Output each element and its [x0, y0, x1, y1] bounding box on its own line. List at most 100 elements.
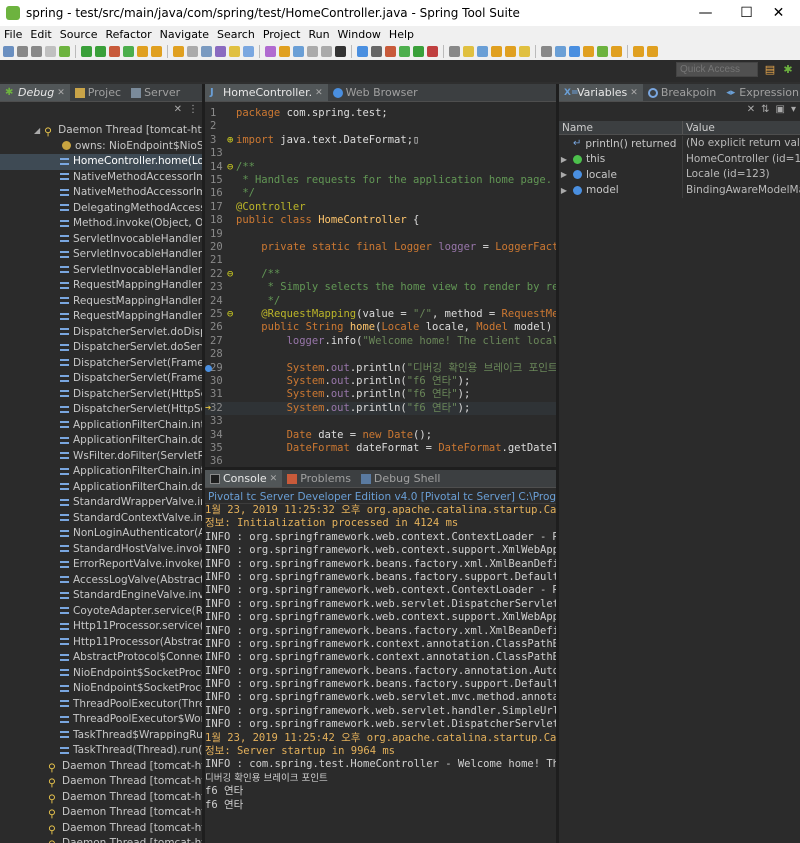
toolbar-button-icon[interactable]: [519, 45, 530, 57]
stack-frame-item[interactable]: TaskThread(Thread).run() lii: [0, 743, 202, 759]
code-line[interactable]: 20 private static final Logger logger = …: [205, 241, 556, 254]
stack-frame-item[interactable]: CoyoteAdapter.service(Requ: [0, 604, 202, 620]
variable-row[interactable]: ▶ locale Locale (id=123): [559, 167, 800, 183]
stack-frame-item[interactable]: Http11Processor(AbstractPr: [0, 635, 202, 651]
toolbar-button-icon[interactable]: [3, 45, 14, 57]
monitor-item[interactable]: owns: NioEndpoint$NioSoc: [0, 139, 202, 155]
quick-access-input[interactable]: [676, 62, 758, 77]
tab-servers[interactable]: Server: [126, 84, 185, 101]
stack-frame-item[interactable]: Method.invoke(Object, Obj: [0, 216, 202, 232]
variable-row[interactable]: ▶thisHomeController (id=12...: [559, 151, 800, 167]
toolbar-button-icon[interactable]: [215, 45, 226, 57]
toolbar-button-icon[interactable]: [109, 45, 120, 57]
code-line[interactable]: 18 public class HomeController {: [205, 214, 556, 227]
view-menu-icon[interactable]: ⋮: [188, 104, 198, 115]
code-line[interactable]: 30 System.out.println("f6 연타");: [205, 375, 556, 388]
tab-expressions[interactable]: ◂▸ Expression: [721, 84, 800, 101]
debug-tree[interactable]: ◢ ⚲ Daemon Thread [tomcat-http-owns: NioEn…: [0, 123, 202, 843]
close-tab-icon[interactable]: ✕: [57, 88, 65, 98]
code-line[interactable]: 35 DateFormat dateFormat = DateFormat.ge…: [205, 442, 556, 455]
thread-item[interactable]: ⚲Daemon Thread [tomcat-http-: [0, 805, 202, 821]
toolbar-button-icon[interactable]: [385, 45, 396, 57]
code-line[interactable]: 14 ⊖/**: [205, 161, 556, 174]
code-line[interactable]: 1 package com.spring.test;: [205, 107, 556, 120]
toolbar-button-icon[interactable]: [357, 45, 368, 57]
toolbar-button-icon[interactable]: [449, 45, 460, 57]
code-line[interactable]: 16 */: [205, 187, 556, 200]
stack-frame-item[interactable]: RequestMappingHandlerAd: [0, 309, 202, 325]
menu-navigate[interactable]: Navigate: [156, 28, 213, 41]
toolbar-button-icon[interactable]: [583, 45, 594, 57]
toolbar-button-icon[interactable]: [173, 45, 184, 57]
code-line[interactable]: 2: [205, 120, 556, 133]
code-line[interactable]: 25 ⊖ @RequestMapping(value = "/", method …: [205, 308, 556, 321]
fold-icon[interactable]: ⊕: [227, 134, 236, 147]
expand-arrow-icon[interactable]: ▶: [559, 186, 569, 195]
toolbar-button-icon[interactable]: [151, 45, 162, 57]
close-tab-icon[interactable]: ✕: [315, 88, 323, 98]
thread-item[interactable]: ⚲Daemon Thread [tomcat-http-: [0, 774, 202, 790]
minimize-button[interactable]: —: [683, 0, 728, 26]
menu-help[interactable]: Help: [385, 28, 418, 41]
stack-frame-item[interactable]: RequestMappingHandlerAd: [0, 278, 202, 294]
menu-source[interactable]: Source: [56, 28, 102, 41]
menu-search[interactable]: Search: [213, 28, 259, 41]
stack-frame-item[interactable]: WsFilter.doFilter(ServletRequ: [0, 449, 202, 465]
code-line[interactable]: 33: [205, 415, 556, 428]
stack-frame-item[interactable]: ApplicationFilterChain.doFil: [0, 433, 202, 449]
tab-project-explorer[interactable]: Projec: [70, 84, 126, 101]
toolbar-button-icon[interactable]: [293, 45, 304, 57]
code-line[interactable]: 17 @Controller: [205, 201, 556, 214]
stack-frame-item[interactable]: NativeMethodAccessorImpl.: [0, 170, 202, 186]
stack-frame-item[interactable]: NioEndpoint$SocketProcest: [0, 666, 202, 682]
thread-item[interactable]: ◢ ⚲ Daemon Thread [tomcat-http-: [0, 123, 202, 139]
toolbar-button-icon[interactable]: [59, 45, 70, 57]
variable-row[interactable]: ▶modelBindingAwareModelMa...: [559, 182, 800, 198]
stack-frame-item[interactable]: StandardContextValve.invol: [0, 511, 202, 527]
stack-frame-item[interactable]: ThreadPoolExecutor$Worke: [0, 712, 202, 728]
tab-console[interactable]: Console ✕: [205, 470, 283, 487]
column-value[interactable]: Value: [683, 121, 715, 134]
stack-frame-item[interactable]: DispatcherServlet(HttpServl: [0, 402, 202, 418]
code-line[interactable]: 28: [205, 348, 556, 361]
stack-frame-item[interactable]: NioEndpoint$SocketProcest: [0, 681, 202, 697]
toolbar-button-icon[interactable]: [229, 45, 240, 57]
toolbar-button-icon[interactable]: [505, 45, 516, 57]
toolbar-button-icon[interactable]: [477, 45, 488, 57]
close-tab-icon[interactable]: ✕: [270, 474, 278, 484]
expand-arrow-icon[interactable]: ◢: [34, 126, 40, 135]
remove-terminated-icon[interactable]: ✕: [174, 104, 182, 115]
code-line[interactable]: 26 public String home(Locale locale, Mod…: [205, 321, 556, 334]
stack-frame-item[interactable]: ServletInvocableHandlerMe: [0, 247, 202, 263]
toolbar-button-icon[interactable]: [569, 45, 580, 57]
toolbar-button-icon[interactable]: [463, 45, 474, 57]
code-line[interactable]: 31 System.out.println("f6 연타");: [205, 388, 556, 401]
stack-frame-item[interactable]: StandardHostValve.invoke(Re: [0, 542, 202, 558]
menu-run[interactable]: Run: [304, 28, 333, 41]
stack-frame-item[interactable]: AbstractProtocol$Connectic: [0, 650, 202, 666]
toolbar-button-icon[interactable]: [95, 45, 106, 57]
thread-item[interactable]: ⚲Daemon Thread [tomcat-http-: [0, 790, 202, 806]
toolbar-button-icon[interactable]: [427, 45, 438, 57]
code-line[interactable]: 36: [205, 455, 556, 467]
stack-frame-item[interactable]: ApplicationFilterChain.inter: [0, 418, 202, 434]
view-menu-icon[interactable]: ▾: [791, 104, 796, 115]
toolbar-button-icon[interactable]: [137, 45, 148, 57]
menu-edit[interactable]: Edit: [26, 28, 55, 41]
stack-frame-item[interactable]: DispatcherServlet.doDispatc: [0, 325, 202, 341]
stack-frame-item[interactable]: DispatcherServlet(Framewor: [0, 356, 202, 372]
stack-frame-item[interactable]: ServletInvocableHandlerMe: [0, 263, 202, 279]
stack-frame-item[interactable]: NativeMethodAccessorImpl.: [0, 185, 202, 201]
stack-frame-item[interactable]: DispatcherServlet.doService: [0, 340, 202, 356]
column-name[interactable]: Name: [559, 121, 683, 134]
code-line[interactable]: 19: [205, 228, 556, 241]
toolbar-button-icon[interactable]: [647, 45, 658, 57]
fold-icon[interactable]: ⊖: [227, 308, 236, 321]
menu-file[interactable]: File: [0, 28, 26, 41]
toolbar-button-icon[interactable]: [413, 45, 424, 57]
toolbar-button-icon[interactable]: [279, 45, 290, 57]
code-line[interactable]: ➔ 32 System.out.println("f6 연타");: [205, 401, 556, 416]
close-button[interactable]: ✕: [756, 0, 800, 26]
code-line[interactable]: 22 ⊖ /**: [205, 268, 556, 281]
stack-frame-item[interactable]: TaskThread$WrappingRunn: [0, 728, 202, 744]
